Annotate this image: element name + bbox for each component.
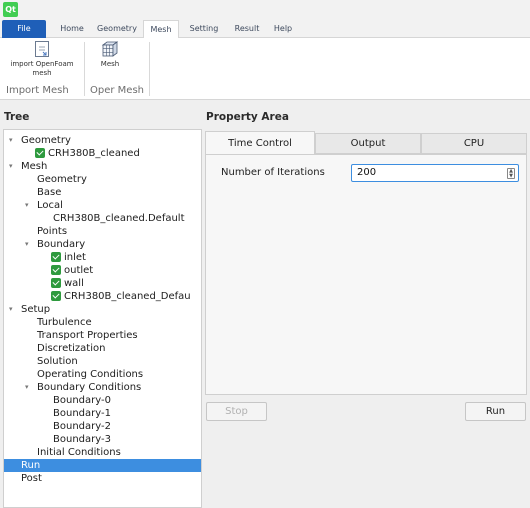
tree-item-inlet[interactable]: inlet — [4, 251, 201, 264]
tree-item-mesh[interactable]: ▾ Mesh — [4, 160, 201, 173]
tab-output[interactable]: Output — [315, 133, 421, 154]
ribbon-tab-bar: File Home Geometry Mesh Setting Result H… — [0, 20, 530, 39]
expand-arrow-icon[interactable]: ▾ — [9, 160, 13, 173]
tab-file[interactable]: File — [2, 20, 46, 38]
checkbox-checked-icon[interactable] — [51, 291, 61, 301]
tree-item-boundary-2[interactable]: Boundary-2 — [4, 420, 201, 433]
tree-item-outlet[interactable]: outlet — [4, 264, 201, 277]
checkbox-checked-icon[interactable] — [35, 148, 45, 158]
tree-item-initial-conditions[interactable]: Initial Conditions — [4, 446, 201, 459]
tab-cpu[interactable]: CPU — [421, 133, 527, 154]
run-button[interactable]: Run — [465, 402, 526, 421]
oper-mesh-group-label: Oper Mesh — [90, 85, 144, 96]
tree-item-points[interactable]: Points — [4, 225, 201, 238]
import-file-icon — [35, 41, 49, 57]
iterations-spinbox[interactable]: 200 ▲ ▼ — [351, 164, 519, 182]
tree-item-setup[interactable]: ▾ Setup — [4, 303, 201, 316]
tree-panel-title: Tree — [4, 111, 30, 123]
tree-item-transport-properties[interactable]: Transport Properties — [4, 329, 201, 342]
tab-time-control[interactable]: Time Control — [205, 131, 315, 155]
checkbox-checked-icon[interactable] — [51, 278, 61, 288]
expand-arrow-icon[interactable]: ▾ — [25, 199, 29, 212]
mesh-grid-icon — [101, 41, 119, 57]
tree-view[interactable]: ▾ Geometry CRH380B_cleaned ▾ Mesh Geomet… — [3, 129, 202, 508]
tree-item-base[interactable]: Base — [4, 186, 201, 199]
tree-item-run[interactable]: Run — [4, 459, 201, 472]
import-mesh-group-label: Import Mesh — [6, 85, 69, 96]
checkbox-checked-icon[interactable] — [51, 252, 61, 262]
mesh-button[interactable]: Mesh — [90, 40, 130, 69]
tree-item-local[interactable]: ▾ Local — [4, 199, 201, 212]
tree-item-crh380b-cleaned-default[interactable]: CRH380B_cleaned.Default — [4, 212, 201, 225]
iterations-label: Number of Iterations — [221, 167, 325, 178]
spin-arrows-icon[interactable]: ▲ ▼ — [507, 168, 515, 179]
tree-item-boundary-3[interactable]: Boundary-3 — [4, 433, 201, 446]
tree-item-operating-conditions[interactable]: Operating Conditions — [4, 368, 201, 381]
tree-item-crh380b-cleaned[interactable]: CRH380B_cleaned — [4, 147, 201, 160]
stop-button[interactable]: Stop — [206, 402, 267, 421]
tab-help[interactable]: Help — [268, 20, 298, 38]
tree-item-solution[interactable]: Solution — [4, 355, 201, 368]
tree-item-crh380b-cleaned-defau[interactable]: CRH380B_cleaned_Defau — [4, 290, 201, 303]
iterations-value[interactable]: 200 — [357, 167, 376, 178]
tree-item-boundary[interactable]: ▾ Boundary — [4, 238, 201, 251]
tab-mesh[interactable]: Mesh — [143, 20, 179, 39]
title-bar: Qt — [0, 0, 530, 20]
expand-arrow-icon[interactable]: ▾ — [9, 134, 13, 147]
tree-item-boundary-1[interactable]: Boundary-1 — [4, 407, 201, 420]
qt-logo-icon: Qt — [3, 2, 18, 17]
tree-item-post[interactable]: Post — [4, 472, 201, 485]
tree-item-boundary-conditions[interactable]: ▾ Boundary Conditions — [4, 381, 201, 394]
tree-item-wall[interactable]: wall — [4, 277, 201, 290]
ribbon-panel: import OpenFoam mesh Mesh Import Mesh Op… — [0, 38, 530, 100]
tree-item-boundary-0[interactable]: Boundary-0 — [4, 394, 201, 407]
tree-item-mesh-geometry[interactable]: Geometry — [4, 173, 201, 186]
property-panel-title: Property Area — [206, 111, 289, 123]
tab-home[interactable]: Home — [52, 20, 92, 38]
expand-arrow-icon[interactable]: ▾ — [25, 238, 29, 251]
tab-result[interactable]: Result — [230, 20, 264, 38]
tree-item-discretization[interactable]: Discretization — [4, 342, 201, 355]
ribbon-group-separator — [149, 42, 150, 96]
ribbon-group-separator — [84, 42, 85, 96]
checkbox-checked-icon[interactable] — [51, 265, 61, 275]
time-control-panel: Number of Iterations 200 ▲ ▼ — [205, 154, 527, 395]
expand-arrow-icon[interactable]: ▾ — [25, 381, 29, 394]
tree-item-turbulence[interactable]: Turbulence — [4, 316, 201, 329]
tab-setting[interactable]: Setting — [185, 20, 223, 38]
mesh-button-label: Mesh — [100, 60, 120, 68]
tree-item-geometry[interactable]: ▾ Geometry — [4, 134, 201, 147]
expand-arrow-icon[interactable]: ▾ — [9, 303, 13, 316]
tab-geometry[interactable]: Geometry — [92, 20, 142, 38]
import-openfoam-mesh-button[interactable]: import OpenFoam mesh — [4, 40, 80, 78]
import-openfoam-label-line1: import OpenFoam — [10, 60, 74, 68]
import-openfoam-label-line2: mesh — [32, 69, 52, 77]
property-tab-bar: Time Control Output CPU — [205, 131, 527, 155]
